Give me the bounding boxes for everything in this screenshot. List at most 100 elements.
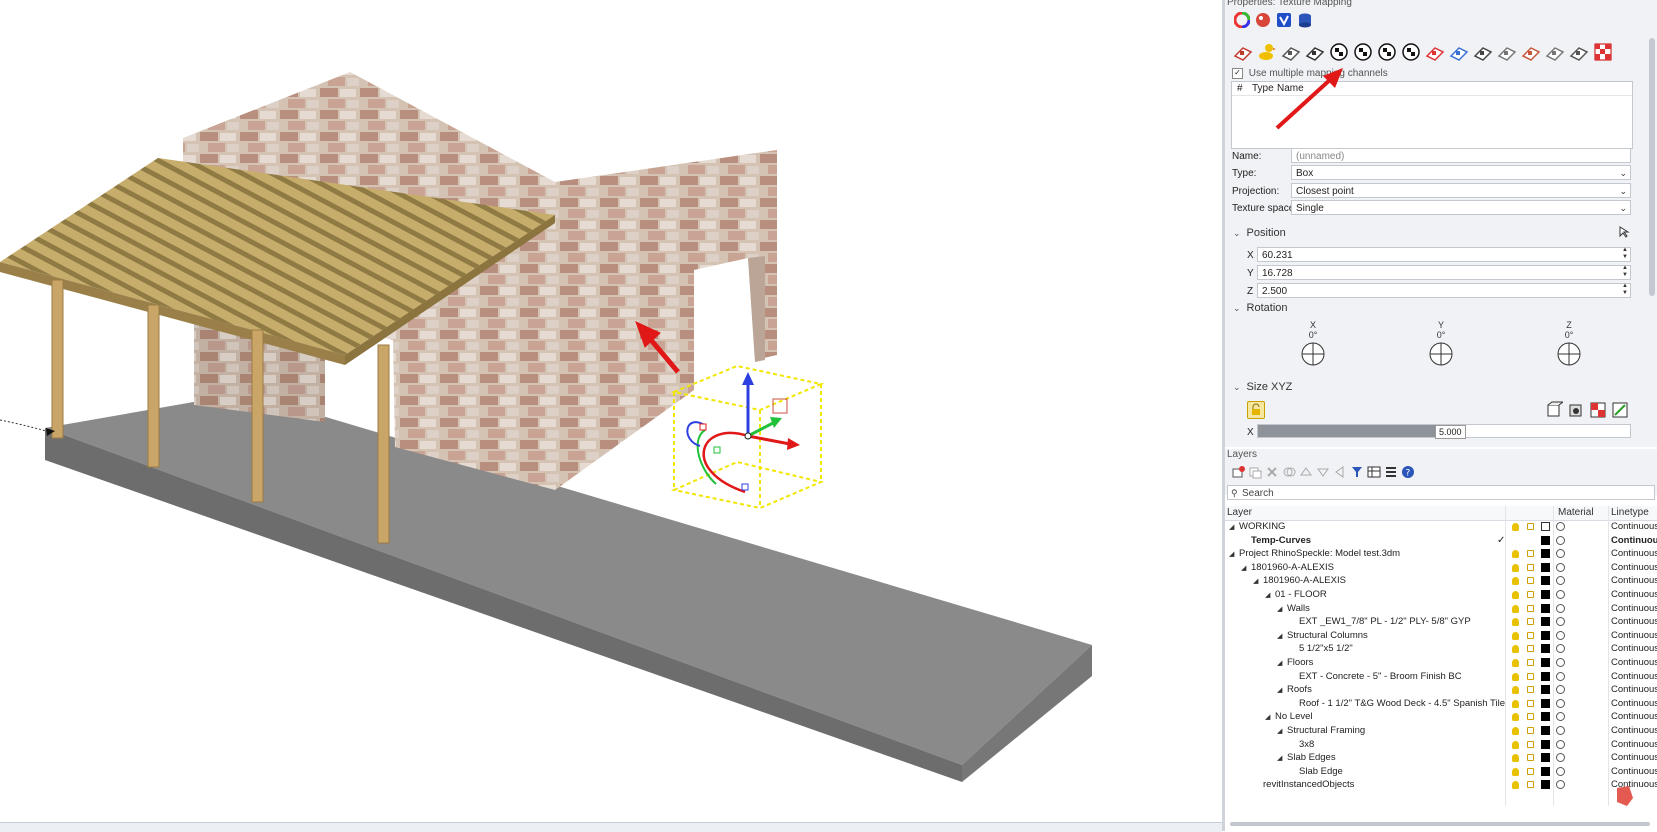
layer-color-swatch[interactable] — [1541, 549, 1550, 559]
layer-linetype[interactable]: Continuous — [1611, 670, 1657, 684]
layer-linetype[interactable]: Continuous — [1611, 642, 1657, 656]
layer-row[interactable]: ◢ WORKING Continuous — [1225, 520, 1657, 534]
layer-linetype[interactable]: Continuous — [1611, 751, 1657, 765]
layer-row[interactable]: ◢ Floors Continuous — [1225, 656, 1657, 670]
material-circle-icon[interactable] — [1556, 753, 1565, 763]
lightbulb-icon[interactable] — [1512, 604, 1519, 613]
lightbulb-icon[interactable] — [1512, 713, 1519, 722]
menu-icon[interactable] — [1384, 465, 1398, 479]
lightbulb-icon[interactable] — [1512, 523, 1519, 531]
material-circle-icon[interactable] — [1556, 739, 1565, 749]
material-circle-icon[interactable] — [1556, 712, 1565, 722]
layer-linetype[interactable]: Continuous — [1611, 629, 1657, 643]
layer-linetype[interactable]: Continuous — [1611, 710, 1657, 724]
layer-color-swatch[interactable] — [1541, 590, 1550, 599]
layer-linetype[interactable]: Continuous — [1611, 724, 1657, 738]
padlock-icon[interactable] — [1527, 672, 1534, 680]
lightbulb-icon[interactable] — [1512, 781, 1519, 790]
layer-color-swatch[interactable] — [1541, 603, 1550, 613]
layer-row[interactable]: ◢ 01 - FLOOR Continuous — [1225, 588, 1657, 602]
layer-linetype[interactable]: Continuous — [1611, 574, 1657, 588]
layer-color-swatch[interactable] — [1541, 576, 1550, 586]
padlock-icon[interactable] — [1527, 699, 1534, 707]
layer-linetype[interactable]: Continuous — [1611, 615, 1657, 629]
layer-color-swatch[interactable] — [1541, 630, 1550, 640]
new-sublayer-icon[interactable] — [1248, 465, 1262, 479]
delete-icon[interactable] — [1265, 465, 1279, 479]
layer-search-input[interactable]: ⚲ Search — [1227, 485, 1655, 500]
padlock-icon[interactable] — [1527, 686, 1534, 694]
lightbulb-icon[interactable] — [1512, 631, 1519, 640]
material-circle-icon[interactable] — [1556, 780, 1565, 790]
new-layer-icon[interactable] — [1231, 465, 1245, 479]
lightbulb-icon[interactable] — [1512, 659, 1519, 667]
material-circle-icon[interactable] — [1556, 576, 1565, 586]
material-circle-icon[interactable] — [1556, 698, 1565, 708]
layer-row[interactable]: ◢ 1801960-A-ALEXIS Continuous — [1225, 561, 1657, 575]
layer-color-swatch[interactable] — [1541, 780, 1550, 790]
layer-row[interactable]: ◢ No Level Continuous — [1225, 710, 1657, 724]
layer-linetype[interactable]: Continuous — [1611, 534, 1657, 548]
layer-color-swatch[interactable] — [1541, 739, 1550, 749]
material-circle-icon[interactable] — [1556, 617, 1565, 627]
material-circle-icon[interactable] — [1556, 671, 1565, 681]
3d-viewport[interactable] — [0, 0, 1222, 822]
layer-linetype[interactable]: Continuous — [1611, 738, 1657, 752]
material-circle-icon[interactable] — [1556, 535, 1565, 545]
lightbulb-icon[interactable] — [1512, 672, 1519, 681]
material-circle-icon[interactable] — [1556, 766, 1565, 776]
layer-row[interactable]: EXT - Concrete - 5" - Broom Finish BC Con… — [1225, 670, 1657, 684]
material-circle-icon[interactable] — [1556, 685, 1565, 695]
padlock-icon[interactable] — [1527, 767, 1534, 775]
layer-row[interactable]: ◢ Roofs Continuous — [1225, 683, 1657, 697]
move-parent-icon[interactable] — [1333, 465, 1347, 479]
layer-row[interactable]: EXT _EW1_7/8" PL - 1/2" PLY- 5/8" GYP Con… — [1225, 615, 1657, 629]
layer-color-swatch[interactable] — [1541, 698, 1550, 708]
material-circle-icon[interactable] — [1556, 726, 1565, 735]
padlock-icon[interactable] — [1527, 550, 1534, 558]
padlock-icon[interactable] — [1527, 563, 1534, 571]
lightbulb-icon[interactable] — [1512, 740, 1519, 749]
layer-color-swatch[interactable] — [1541, 753, 1550, 763]
layer-row[interactable]: Roof - 1 1/2" T&G Wood Deck - 4.5" Spani… — [1225, 697, 1657, 711]
padlock-icon[interactable] — [1527, 591, 1534, 598]
material-circle-icon[interactable] — [1556, 549, 1565, 559]
layer-row[interactable]: ◢ Project RhinoSpeckle: Model test.3dm Con… — [1225, 547, 1657, 561]
layer-color-swatch[interactable] — [1541, 562, 1550, 572]
layer-color-swatch[interactable] — [1541, 522, 1550, 531]
layer-row[interactable]: ◢ Structural Columns Continuous — [1225, 629, 1657, 643]
move-up-icon[interactable] — [1299, 465, 1313, 479]
material-circle-icon[interactable] — [1556, 603, 1565, 613]
material-circle-icon[interactable] — [1556, 522, 1565, 531]
lightbulb-icon[interactable] — [1512, 699, 1519, 708]
layer-color-swatch[interactable] — [1541, 644, 1550, 654]
lightbulb-icon[interactable] — [1512, 618, 1519, 627]
lightbulb-icon[interactable] — [1512, 577, 1519, 586]
layer-linetype[interactable]: Continuous — [1611, 588, 1657, 602]
layer-row[interactable]: ◢ Slab Edges Continuous — [1225, 751, 1657, 765]
layer-row[interactable]: revitInstancedObjects Continuous — [1225, 778, 1657, 792]
layer-row[interactable]: ◢ Structural Framing Continuous — [1225, 724, 1657, 738]
layer-row[interactable]: ◢ Walls Continuous — [1225, 602, 1657, 616]
lightbulb-icon[interactable] — [1512, 591, 1519, 599]
lightbulb-icon[interactable] — [1512, 686, 1519, 695]
layer-color-swatch[interactable] — [1541, 712, 1550, 722]
move-down-icon[interactable] — [1316, 465, 1330, 479]
layer-row[interactable]: 3x8 Continuous — [1225, 738, 1657, 752]
layer-linetype[interactable]: Continuous — [1611, 697, 1657, 711]
lightbulb-icon[interactable] — [1512, 727, 1519, 735]
help-icon[interactable]: ? — [1401, 465, 1415, 479]
layer-color-swatch[interactable] — [1541, 617, 1550, 627]
padlock-icon[interactable] — [1527, 659, 1534, 666]
layer-color-swatch[interactable] — [1541, 726, 1550, 735]
layer-linetype[interactable]: Continuous — [1611, 602, 1657, 616]
duplicate-icon[interactable] — [1282, 465, 1296, 479]
filter-icon[interactable] — [1350, 465, 1364, 479]
lightbulb-icon[interactable] — [1512, 767, 1519, 776]
layer-linetype[interactable]: Continuous — [1611, 765, 1657, 779]
speckle-logo-icon[interactable] — [1613, 784, 1637, 808]
layer-color-swatch[interactable] — [1541, 671, 1550, 681]
layer-linetype[interactable]: Continuous — [1611, 683, 1657, 697]
table-icon[interactable] — [1367, 465, 1381, 479]
material-circle-icon[interactable] — [1556, 658, 1565, 667]
